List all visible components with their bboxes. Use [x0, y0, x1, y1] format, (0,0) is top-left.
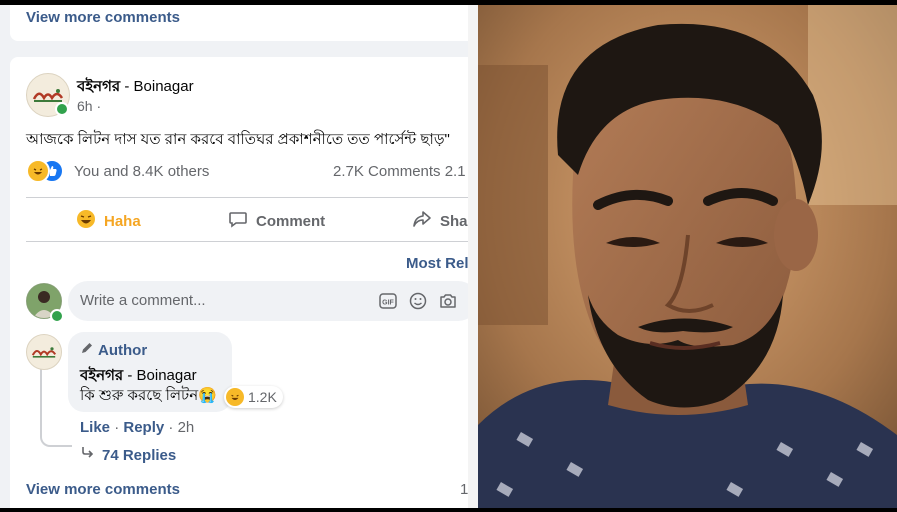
comment-sort-dropdown[interactable]: Most Relevant: [406, 255, 468, 272]
comment-input-placeholder: Write a comment...: [80, 292, 206, 309]
divider: [26, 197, 468, 198]
haha-icon: [76, 209, 104, 233]
share-button[interactable]: Share: [412, 209, 468, 233]
page-name[interactable]: বইনগর - Boinagar: [77, 75, 194, 100]
comment-reactions[interactable]: 1.2K: [224, 386, 283, 408]
reactions-summary[interactable]: You and 8.4K others 2.7K Comments 2.1: [26, 159, 468, 183]
online-status-dot: [55, 102, 69, 116]
svg-text:GIF: GIF: [382, 300, 394, 307]
comment-input[interactable]: Write a comment... GIF: [68, 281, 468, 321]
comment-time[interactable]: 2h: [178, 419, 195, 436]
online-status-dot: [50, 309, 64, 323]
view-replies-link[interactable]: 74 Replies: [80, 446, 176, 464]
haha-icon: [226, 388, 244, 406]
pencil-icon: [80, 341, 98, 359]
comment-button[interactable]: Comment: [228, 209, 325, 233]
view-more-comments-link[interactable]: View more comments: [26, 481, 180, 498]
post-card: বইনগর - Boinagar 6h · আজকে লিটন দাস যত র…: [10, 57, 468, 508]
reply-link[interactable]: Reply: [123, 419, 164, 436]
haha-icon: [26, 159, 50, 183]
view-more-comments-link[interactable]: View more comments: [26, 9, 180, 26]
comment-actions: Like · Reply · 2h: [80, 419, 195, 436]
facebook-post-panel: View more comments বইনগর - Boinagar 6h ·…: [0, 5, 468, 508]
like-link[interactable]: Like: [80, 419, 110, 436]
comment-text: কি শুরু করছে লিটন😭: [80, 387, 217, 404]
comments-shares-count[interactable]: 2.7K Comments 2.1: [333, 163, 466, 180]
separator: [468, 5, 478, 508]
post-timestamp[interactable]: 6h ·: [77, 98, 101, 114]
share-icon: [412, 209, 440, 233]
comment-count-partial: 1: [460, 481, 468, 498]
post-text: আজকে লিটন দাস যত রান করবে বাতিঘর প্রকাশন…: [26, 131, 450, 148]
divider: [26, 241, 468, 242]
previous-post-card: View more comments: [10, 5, 468, 41]
commenter-avatar[interactable]: [26, 334, 62, 370]
bottom-black-border: [0, 508, 897, 512]
haha-button[interactable]: Haha: [76, 209, 141, 233]
author-badge: Author: [80, 341, 147, 359]
camera-icon[interactable]: [438, 291, 458, 311]
gif-icon[interactable]: GIF: [378, 291, 398, 311]
comment-bubble: Author বইনগর - Boinagar কি শুরু করছে লিট…: [68, 332, 232, 412]
comment-icon: [228, 209, 256, 233]
player-photo: [478, 5, 897, 508]
boinagar-logo-icon: [27, 335, 61, 369]
reply-arrow-icon: [80, 446, 102, 464]
reactions-count: You and 8.4K others: [74, 163, 210, 180]
smile-icon[interactable]: [408, 291, 428, 311]
